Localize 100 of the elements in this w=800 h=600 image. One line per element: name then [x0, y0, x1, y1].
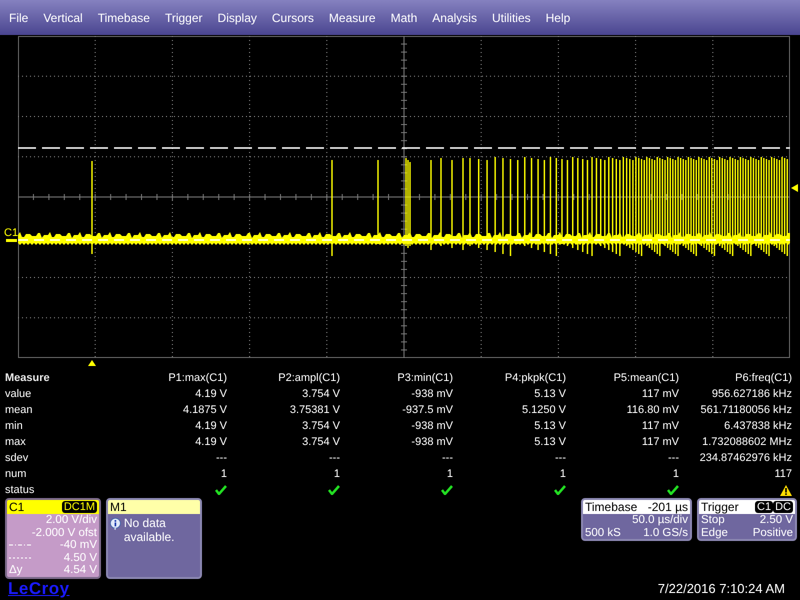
panel-value: 4.50 V	[64, 552, 97, 564]
panel-value: 2.50 V	[760, 514, 793, 526]
row-label: Stop	[701, 514, 725, 526]
table-cell-text: 116.80 mV	[626, 403, 679, 418]
panel-value: 500 kS	[585, 526, 621, 539]
trigger-position-marker-icon	[88, 360, 96, 366]
column-header: P3:min(C1)	[396, 371, 453, 386]
column-header: P1:max(C1)	[167, 371, 227, 386]
channel-panel[interactable]: C1 DC1M 2.00 V/div -2.000 V ofst -40 mV 4.50 V Δy 4.54 V	[5, 498, 101, 579]
panel-value: Positive	[752, 526, 793, 539]
menu-item[interactable]: Math	[384, 10, 424, 26]
panel-value: -40 mV	[60, 539, 97, 552]
panel-title: C1	[9, 500, 24, 514]
measure-title: Measure	[4, 371, 51, 386]
menu-item[interactable]: Timebase	[90, 10, 157, 26]
timebase-panel[interactable]: Timebase -201 µs 50.0 µs/div 500 kS 1.0 GS/s	[581, 498, 692, 541]
line-style-icon	[9, 543, 31, 548]
table-cell-text: 3.754 V	[301, 435, 340, 450]
table-cell-text: 1	[558, 467, 566, 482]
panel-value: 1.0 GS/s	[643, 526, 688, 539]
table-cell-text: ---	[554, 451, 566, 466]
table-cell-text: 234.87462976 kHz	[698, 451, 792, 466]
table-cell-text: -938 mV	[410, 435, 453, 450]
menu-item[interactable]: Measure	[322, 10, 383, 26]
row-label: min	[4, 419, 24, 434]
row-label: status	[4, 483, 36, 498]
table-cell-text: 561.71180056 kHz	[699, 403, 792, 418]
table-cell-text: ---	[215, 451, 227, 466]
trigger-level-marker-icon	[791, 184, 798, 192]
panel-value: -2.000 V ofst	[32, 526, 97, 539]
table-cell-text: 1	[446, 467, 453, 482]
check-icon	[441, 485, 453, 495]
menu-item[interactable]: Display	[210, 10, 264, 26]
row-label: Δy	[9, 564, 22, 576]
table-cell-text: 3.754 V	[301, 419, 340, 434]
table-cell-text: 3.754 V	[301, 387, 340, 402]
table-cell-text: 1	[220, 467, 227, 482]
panel-value: 2.00 V/div	[46, 514, 97, 526]
column-header: P4:pkpk(C1)	[504, 371, 566, 386]
column-header: P6:freq(C1)	[734, 371, 792, 386]
trigger-badge: DC	[773, 501, 793, 513]
table-cell-text: 1	[672, 467, 679, 482]
info-icon	[110, 516, 121, 532]
table-cell-text: -937.5 mV	[401, 403, 453, 418]
table-cell-text: ---	[441, 451, 453, 466]
table-cell-text: 3.75381 V	[288, 403, 340, 418]
table-cell-text: 4.19 V	[194, 387, 227, 402]
table-cell-text: 117 mV	[640, 419, 679, 434]
table-cell-text: 1	[332, 467, 340, 482]
table-cell-text: ---	[667, 451, 679, 466]
check-icon	[215, 485, 227, 495]
menu-item[interactable]: Utilities	[484, 10, 538, 26]
check-icon	[554, 485, 566, 495]
panel-title: M1	[110, 500, 127, 514]
warning-icon	[780, 484, 792, 496]
table-cell-text: 117 mV	[640, 387, 679, 402]
menu-item[interactable]: Help	[538, 10, 578, 26]
table-cell-text: 5.13 V	[533, 387, 566, 402]
table-cell-text: 5.13 V	[533, 435, 566, 450]
column-header: P2:ampl(C1)	[277, 371, 340, 386]
trigger-panel[interactable]: Trigger C1 DC Stop 2.50 V Edge Positive	[697, 498, 797, 541]
table-cell-text: ---	[328, 451, 340, 466]
table-cell-text: 4.19 V	[194, 435, 227, 450]
trigger-badge: C1	[755, 501, 774, 513]
coupling-badge: DC1M	[62, 501, 97, 513]
table-cell-text: 956.627186 kHz	[710, 387, 792, 402]
menu-item[interactable]: Vertical	[36, 10, 90, 26]
row-label: Edge	[701, 526, 728, 539]
table-cell-text: -938 mV	[410, 419, 453, 434]
menu-item[interactable]: Trigger	[158, 10, 210, 26]
table-cell-text: 4.19 V	[194, 419, 227, 434]
row-label: value	[4, 387, 32, 402]
row-label: mean	[4, 403, 34, 418]
menu-item[interactable]: File	[2, 10, 36, 26]
check-icon	[667, 485, 679, 495]
row-label: num	[4, 467, 28, 482]
brand-logo: LeCroy	[8, 580, 70, 598]
table-cell-text: 117	[773, 467, 792, 482]
delay-value: -201 µs	[648, 500, 688, 514]
panel-value: 4.54 V	[64, 564, 97, 576]
table-cell-text: 4.1875 V	[182, 403, 227, 418]
menu-item[interactable]: Cursors	[264, 10, 321, 26]
table-cell-text: 6.437838 kHz	[723, 419, 792, 434]
info-message: No data available.	[124, 516, 176, 544]
column-header: P5:mean(C1)	[612, 371, 679, 386]
panel-title: Timebase	[585, 500, 638, 514]
channel-label: C1	[4, 227, 18, 239]
check-icon	[328, 485, 340, 495]
table-cell-text: -938 mV	[410, 387, 453, 402]
table-cell-text: 5.13 V	[533, 419, 566, 434]
table-cell-text: 5.1250 V	[520, 403, 566, 418]
table-cell-text: 117 mV	[640, 435, 679, 450]
math-panel[interactable]: M1 No data available.	[106, 498, 202, 579]
menu-item[interactable]: Analysis	[425, 10, 484, 26]
panel-value: 50.0 µs/div	[632, 514, 688, 526]
line-style-icon	[9, 556, 31, 560]
row-label: max	[4, 435, 27, 450]
panel-title: Trigger	[701, 500, 739, 514]
row-label: sdev	[4, 451, 30, 466]
channel-offset-marker-icon	[6, 239, 17, 242]
